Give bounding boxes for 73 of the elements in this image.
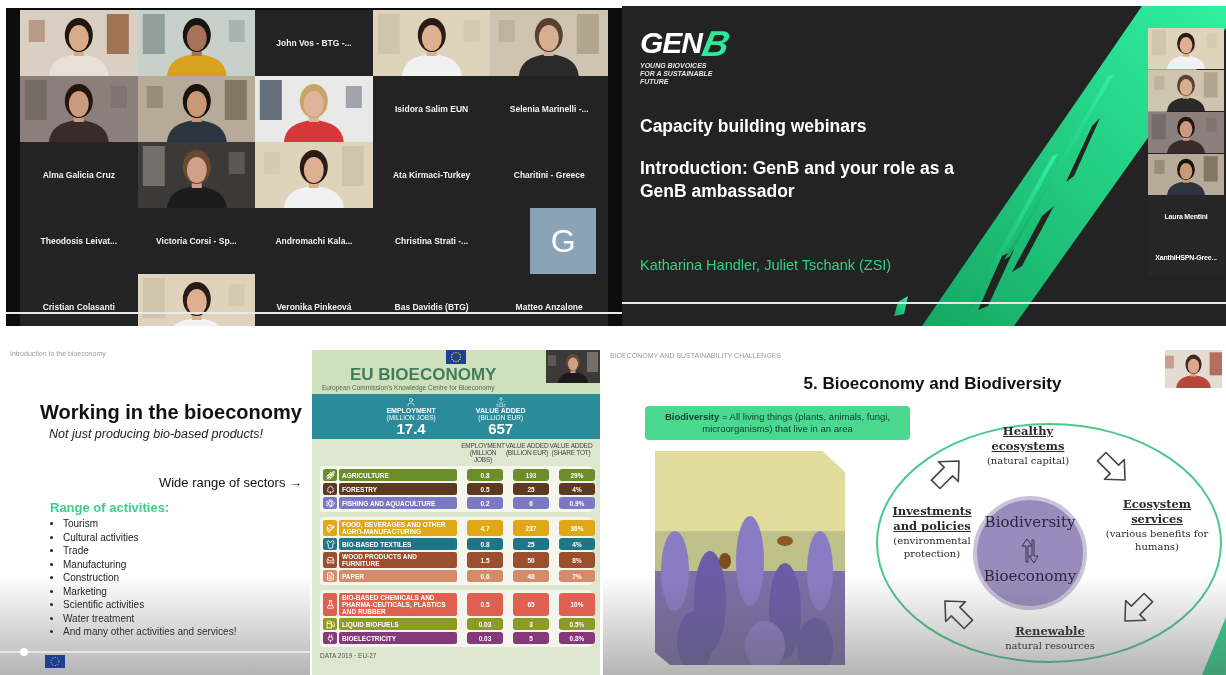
cycle-note: (environmental protection) bbox=[892, 534, 972, 560]
cycle-note: (various benefits for humans) bbox=[1104, 527, 1210, 553]
participant-name: Ata Kirmaci-Turkey bbox=[392, 170, 471, 180]
fish-icon bbox=[325, 498, 335, 508]
participant-name: Cristian Colasanti bbox=[42, 302, 115, 312]
bullet bbox=[50, 562, 53, 566]
bullet bbox=[50, 576, 53, 580]
presenter-names: Katharina Handler, Juliet Tschank (ZSI) bbox=[640, 257, 892, 274]
sectors-note: Wide range of sectors → bbox=[158, 475, 302, 490]
slide-title: Capacity building webinars bbox=[640, 116, 867, 138]
chair-icon bbox=[325, 555, 335, 565]
list-item-text: Water treatment bbox=[63, 612, 135, 624]
slide-subtitle: Introduction: GenB and your role as a GenB ambassador bbox=[640, 157, 956, 204]
list-item-text: Cultural activities bbox=[63, 531, 139, 543]
participant-name: Selenia Marinelli -... bbox=[509, 104, 589, 114]
list-item-text: Marketing bbox=[63, 585, 107, 597]
list-item-text: Manufacturing bbox=[63, 558, 127, 570]
participant-name: Christina Strati -... bbox=[395, 236, 469, 246]
eu-flag-icon bbox=[446, 350, 466, 364]
center-label: Biodiversity bbox=[984, 513, 1076, 531]
infographic-title: EU BIOECONOMY bbox=[350, 365, 497, 384]
bread-icon bbox=[325, 523, 335, 533]
cycle-heading: Ecosystem services bbox=[1122, 497, 1192, 527]
slide-title: Working in the bioeconomy bbox=[40, 401, 303, 424]
shirt-icon bbox=[325, 539, 335, 549]
participant-name: Bas Davidis (BTG) bbox=[394, 302, 469, 312]
participant-name: John Vos - BTG -... bbox=[276, 38, 352, 48]
logo-wordmark: GEN bbox=[640, 28, 702, 58]
bullet bbox=[50, 589, 53, 593]
slide-subtitle: Not just producing bio-based products! bbox=[49, 427, 264, 441]
tree-icon bbox=[325, 484, 335, 494]
bullet bbox=[50, 522, 53, 526]
document-icon bbox=[325, 571, 335, 581]
bullet bbox=[50, 603, 53, 607]
participant-name: Andromachi Kala... bbox=[275, 236, 353, 246]
participant-name: Isidora Salim EUN bbox=[395, 104, 469, 114]
brush-stroke-drawing bbox=[1202, 617, 1226, 675]
cycle-heading: Investments and policies bbox=[891, 504, 973, 534]
plug-icon bbox=[325, 633, 335, 643]
participant-name: Veronika Pinkeová bbox=[276, 302, 352, 312]
cycle-note: (natural capital) bbox=[986, 454, 1070, 467]
center-label: Bioeconomy bbox=[983, 567, 1077, 585]
bullet bbox=[50, 630, 53, 634]
cycle-heading: Healthy ecosystems bbox=[990, 424, 1066, 454]
eu-flag-icon bbox=[45, 655, 65, 668]
cycle-note: natural resources bbox=[1005, 639, 1095, 652]
double-arrow-icon bbox=[1021, 538, 1039, 564]
person-icon bbox=[406, 397, 417, 407]
sunrise-icon bbox=[495, 397, 506, 407]
avatar: G bbox=[530, 208, 597, 274]
total-value: 657 bbox=[488, 421, 514, 437]
list-item-text: Trade bbox=[63, 545, 89, 557]
flask-icon bbox=[325, 600, 335, 609]
bullet bbox=[50, 549, 53, 553]
participant-name: Matteo Anzalone bbox=[515, 302, 583, 312]
total-value: 17.4 bbox=[396, 421, 426, 437]
list-heading: Range of activities: bbox=[50, 500, 171, 515]
playhead[interactable] bbox=[20, 648, 28, 656]
fuel-pump-icon bbox=[325, 619, 335, 629]
bullet bbox=[50, 616, 53, 620]
list-item-text: Tourism bbox=[63, 518, 98, 530]
list-item-text: And many other activities and services! bbox=[63, 626, 237, 638]
list-item-text: Scientific activities bbox=[63, 599, 145, 611]
list-item-text: Construction bbox=[63, 572, 120, 584]
cycle-heading: Renewable bbox=[1015, 624, 1085, 639]
participant-name: Alma Galicia Cruz bbox=[42, 170, 115, 180]
definition-box: Biodiversity = All living things (plants, animals, fungi, microorganisms) that live in an area bbox=[645, 406, 910, 440]
participant-name: Theodosis Leivat... bbox=[40, 236, 118, 246]
bullet bbox=[50, 535, 53, 539]
participant-name: Charitini - Greece bbox=[513, 170, 585, 180]
participant-name: Victoria Corsi - Sp... bbox=[156, 236, 237, 246]
wheat-icon bbox=[325, 470, 335, 480]
slide-title: 5. Bioeconomy and Biodiversity bbox=[802, 374, 1063, 394]
